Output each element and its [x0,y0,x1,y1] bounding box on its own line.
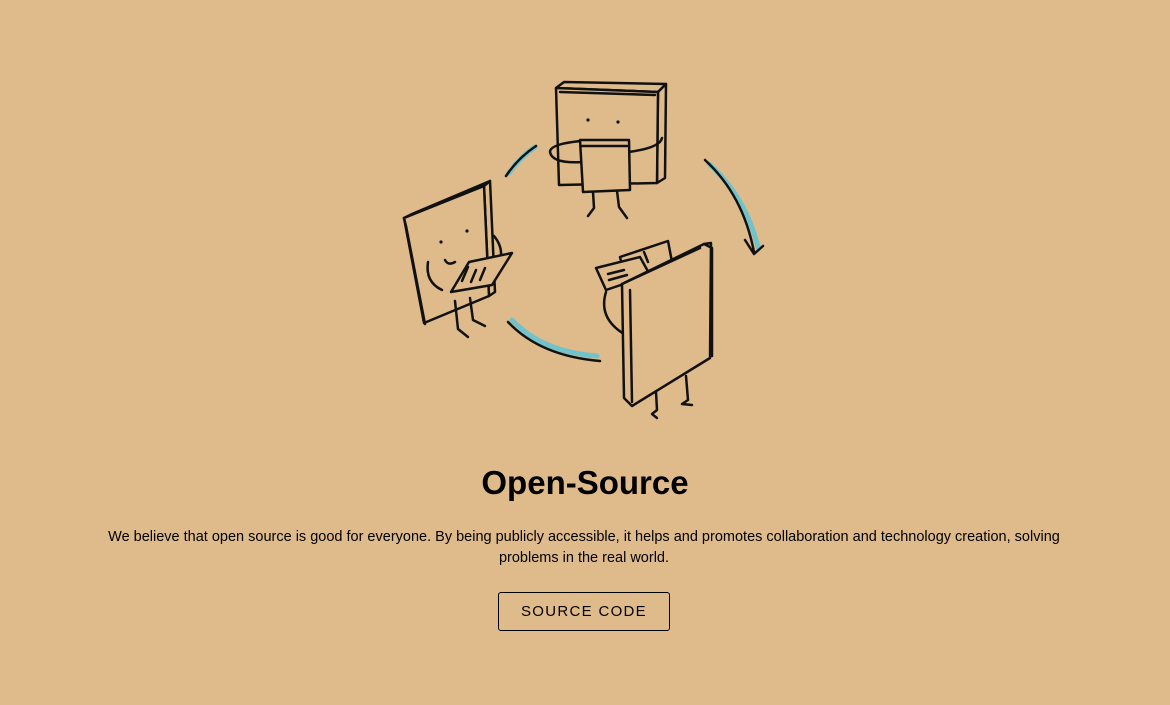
open-source-section: Open-Source We believe that open source … [0,0,1170,705]
open-source-illustration [402,80,765,420]
book-character-right [594,239,714,420]
book-character-top [548,80,668,220]
cycle-arrow-right [703,158,765,256]
section-description: We believe that open source is good for … [108,529,1060,566]
section-title: Open-Source [481,464,689,501]
source-code-button[interactable]: SOURCE CODE [498,592,670,631]
cycle-arrow-bottom [506,317,602,363]
book-character-left [402,179,514,339]
cycle-arrow-top-left [504,144,538,178]
